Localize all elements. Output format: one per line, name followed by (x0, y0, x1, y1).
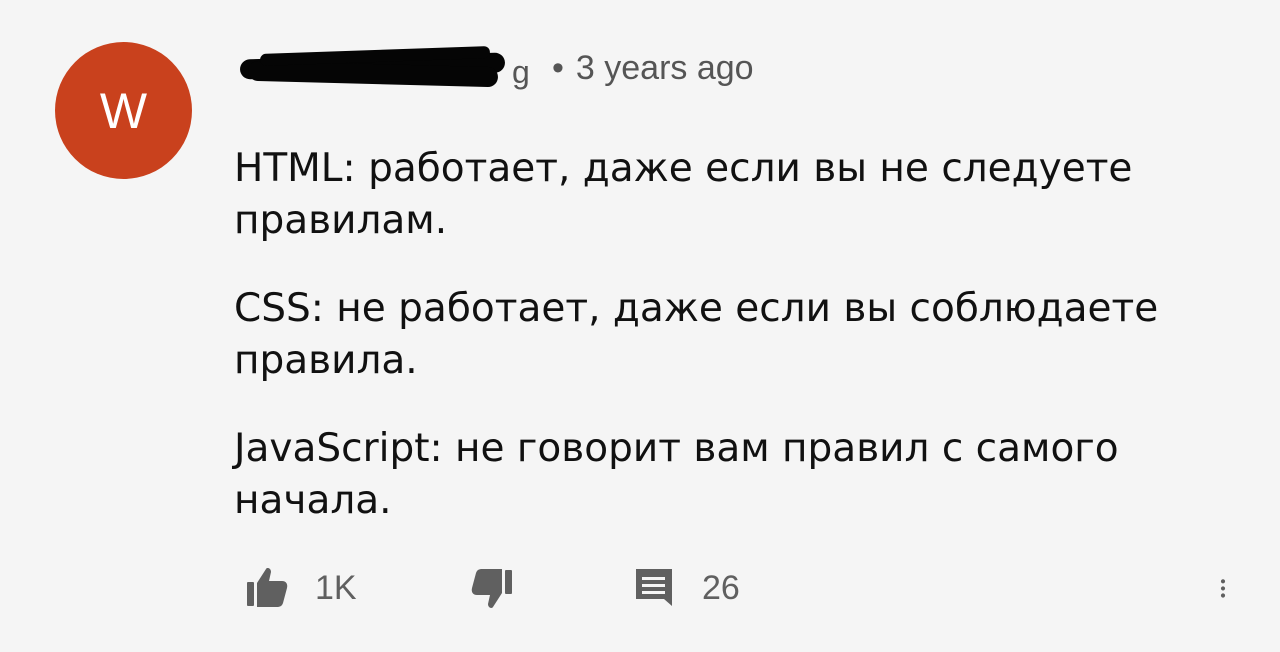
avatar[interactable]: W (55, 42, 192, 179)
thumbs-down-icon (471, 569, 512, 608)
comment-paragraph-javascript: JavaScript: не говорит вам правил с само… (234, 426, 1119, 523)
thumbs-up-icon (247, 568, 288, 607)
redacted-username: g (239, 45, 540, 90)
comment-text: HTML: работает, даже если вы не следуете… (234, 143, 1164, 563)
comment-paragraph-css: CSS: не работает, даже если вы соблюдает… (234, 286, 1159, 383)
reply-count: 26 (702, 568, 740, 607)
more-vertical-icon (1220, 579, 1226, 598)
like-button[interactable]: 1K (243, 560, 357, 616)
dislike-button[interactable] (468, 560, 516, 616)
like-count: 1K (315, 568, 357, 607)
reply-button[interactable]: 26 (630, 560, 740, 616)
meta-separator: • (552, 48, 564, 87)
more-options-button[interactable] (1213, 560, 1233, 616)
comment-paragraph-html: HTML: работает, даже если вы не следуете… (234, 146, 1133, 243)
comment-timestamp: 3 years ago (575, 48, 754, 87)
username-visible-fragment: g (512, 54, 530, 90)
comment-icon (636, 569, 672, 606)
comment-meta: g • 3 years ago (239, 42, 754, 94)
avatar-letter: W (99, 82, 148, 139)
comment-actions: 1K 26 (243, 560, 1243, 616)
